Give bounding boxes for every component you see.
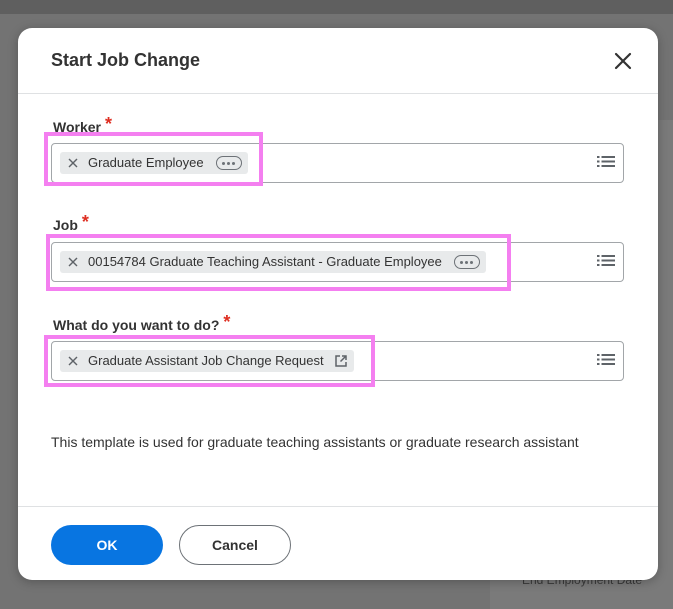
action-label-text: What do you want to do?: [53, 317, 220, 333]
open-related-action-button[interactable]: [334, 354, 348, 368]
dot: [465, 260, 469, 264]
start-job-change-dialog: Start Job Change Worker * Graduate Employ…: [18, 28, 658, 580]
dialog-footer: OK Cancel: [18, 506, 658, 580]
dot: [222, 161, 226, 165]
action-selected-pill: Graduate Assistant Job Change Request: [60, 350, 354, 372]
template-description: This template is used for graduate teach…: [51, 434, 579, 450]
list-icon: [597, 156, 615, 167]
job-value: 00154784 Graduate Teaching Assistant - G…: [88, 254, 442, 269]
worker-prompt-list-button[interactable]: [597, 155, 615, 171]
close-button[interactable]: [610, 48, 636, 74]
worker-label: Worker *: [53, 114, 112, 137]
list-icon: [597, 255, 615, 266]
job-prompt-list-button[interactable]: [597, 254, 615, 270]
worker-label-text: Worker: [53, 119, 101, 135]
close-icon: [614, 52, 632, 70]
job-label: Job *: [53, 212, 89, 235]
worker-more-options-button[interactable]: [215, 156, 242, 170]
x-icon: [68, 257, 78, 267]
remove-job-button[interactable]: [68, 257, 78, 267]
list-icon: [597, 354, 615, 365]
required-indicator: *: [104, 114, 112, 134]
action-prompt-field[interactable]: Graduate Assistant Job Change Request: [51, 341, 624, 381]
worker-selected-pill: Graduate Employee: [60, 152, 248, 174]
x-icon: [68, 158, 78, 168]
dot: [232, 161, 236, 165]
action-value: Graduate Assistant Job Change Request: [88, 353, 324, 368]
background-header-band: [0, 0, 673, 14]
required-indicator: *: [81, 212, 89, 232]
job-more-options-button[interactable]: [453, 255, 480, 269]
dialog-title: Start Job Change: [51, 50, 201, 70]
dot: [460, 260, 464, 264]
cancel-button[interactable]: Cancel: [179, 525, 291, 565]
job-selected-pill: 00154784 Graduate Teaching Assistant - G…: [60, 251, 486, 273]
dialog-header: Start Job Change: [18, 28, 658, 94]
worker-prompt-field[interactable]: Graduate Employee: [51, 143, 624, 183]
worker-value: Graduate Employee: [88, 155, 204, 170]
action-label: What do you want to do? *: [53, 312, 231, 335]
external-link-icon: [334, 355, 347, 367]
job-prompt-field[interactable]: 00154784 Graduate Teaching Assistant - G…: [51, 242, 624, 282]
dot: [470, 260, 474, 264]
x-icon: [68, 356, 78, 366]
remove-action-button[interactable]: [68, 356, 78, 366]
dot: [227, 161, 231, 165]
action-prompt-list-button[interactable]: [597, 353, 615, 369]
job-label-text: Job: [53, 217, 78, 233]
ok-button[interactable]: OK: [51, 525, 163, 565]
required-indicator: *: [223, 312, 231, 332]
remove-worker-button[interactable]: [68, 158, 78, 168]
